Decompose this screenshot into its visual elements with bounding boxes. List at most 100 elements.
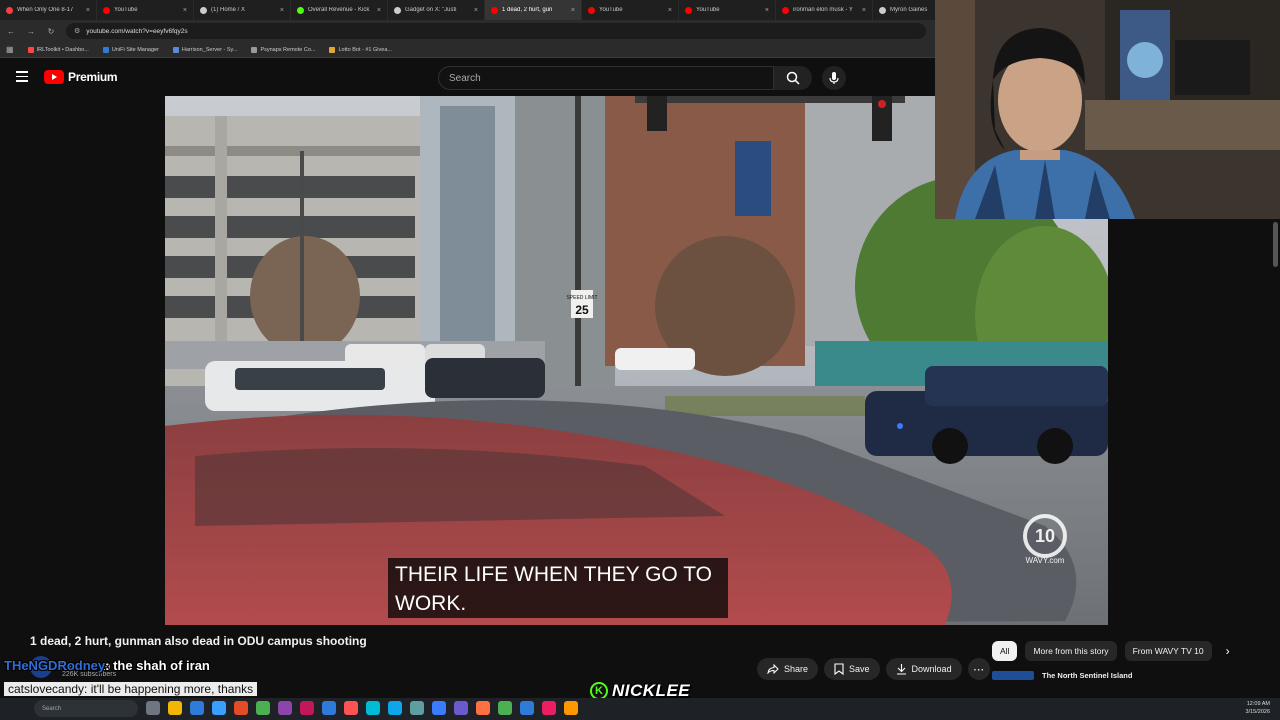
chevron-right-icon[interactable]: › <box>1220 644 1230 658</box>
download-label: Download <box>911 664 952 674</box>
app-icon[interactable] <box>388 701 402 715</box>
bookmark-item[interactable]: UniFi Site Manager <box>102 46 159 53</box>
tab-favicon-icon <box>782 6 789 14</box>
chrome-icon[interactable] <box>212 701 226 715</box>
back-icon[interactable]: ← <box>6 27 16 36</box>
bookmark-item[interactable]: IRLToolkit • Dashbo... <box>27 46 89 53</box>
bookmark-favicon-icon <box>251 46 258 53</box>
share-label: Share <box>784 664 809 674</box>
save-button[interactable]: Save <box>824 658 880 680</box>
recommendation-title[interactable]: The North Sentinel Island <box>1042 671 1132 680</box>
bookmark-favicon-icon <box>27 46 34 53</box>
chat-text-2: it'll be happening more, thanks <box>90 682 254 696</box>
app-icon[interactable] <box>344 701 358 715</box>
app-icon[interactable] <box>366 701 380 715</box>
clock-time: 12:09 AM <box>1246 701 1270 707</box>
url-field[interactable]: ⚙ youtube.com/watch?v=eeyfv6fqy2s <box>66 23 926 39</box>
save-label: Save <box>849 664 870 674</box>
tab-close-icon[interactable]: × <box>571 7 575 14</box>
app-icon[interactable] <box>454 701 468 715</box>
app-icon[interactable] <box>498 701 512 715</box>
system-clock[interactable]: 12:09 AM 3/15/2026 <box>1246 700 1270 716</box>
app-icon[interactable] <box>476 701 490 715</box>
tab-close-icon[interactable]: × <box>474 7 478 14</box>
speed-sign-value: 25 <box>575 303 589 317</box>
browser-tab[interactable]: YouTube × <box>679 0 776 20</box>
chat-message-2: catslovecandy: it'll be happening more, … <box>4 682 258 696</box>
share-button[interactable]: Share <box>757 658 819 680</box>
tab-favicon-icon <box>297 6 304 14</box>
chat-user-2: catslovecandy <box>8 682 85 696</box>
bookmark-item[interactable]: Lotto Bot - #1 Givea... <box>329 46 392 53</box>
tab-title: YouTube <box>599 7 623 13</box>
app-icon[interactable] <box>410 701 424 715</box>
clock-date: 3/15/2026 <box>1245 709 1270 715</box>
chat-user-1: THeNGDRodney <box>4 658 106 673</box>
tab-title: YouTube <box>696 7 720 13</box>
tab-title: Overall Revenue - Kick <box>308 7 370 13</box>
tab-close-icon[interactable]: × <box>183 7 187 14</box>
forward-icon[interactable]: → <box>26 27 36 36</box>
screen: When Only One 8-17 × YouTube × (1) Home / X ×… <box>0 0 1280 720</box>
recommendation-item[interactable]: The North Sentinel Island <box>992 671 1132 680</box>
youtube-logo[interactable]: Premium <box>44 70 118 84</box>
site-info-icon[interactable]: ⚙ <box>74 27 80 35</box>
tab-title: Gadget on X: "Justi <box>405 7 457 13</box>
bookmark-favicon-icon <box>329 46 336 53</box>
apps-icon[interactable]: ▦ <box>6 45 14 54</box>
reload-icon[interactable]: ↻ <box>46 27 56 36</box>
chip-more-from-story[interactable]: More from this story <box>1025 641 1117 661</box>
bookmark-label: Psynaps Remote Co... <box>260 46 316 53</box>
browser-tab[interactable]: YouTube × <box>582 0 679 20</box>
search-button[interactable] <box>774 66 812 90</box>
bookmark-favicon-icon <box>102 46 109 53</box>
tab-close-icon[interactable]: × <box>86 7 90 14</box>
tab-close-icon[interactable]: × <box>280 7 284 14</box>
browser-tab[interactable]: (1) Home / X × <box>194 0 291 20</box>
taskbar-search[interactable]: Search <box>34 700 138 717</box>
bookmark-item[interactable]: Psynaps Remote Co... <box>251 46 316 53</box>
browser-tab[interactable]: 1 dead, 2 hurt, gun × <box>485 0 582 20</box>
app-icon[interactable] <box>278 701 292 715</box>
tab-favicon-icon <box>200 6 207 14</box>
tab-title: YouTube <box>114 7 138 13</box>
app-icon[interactable] <box>256 701 270 715</box>
logo-text: Premium <box>68 70 118 84</box>
browser-tab[interactable]: Overall Revenue - Kick × <box>291 0 388 20</box>
app-icon[interactable] <box>432 701 446 715</box>
chip-all[interactable]: All <box>992 641 1018 661</box>
more-horizontal-icon: ⋯ <box>973 663 985 676</box>
task-view-icon[interactable] <box>146 701 160 715</box>
app-icon[interactable] <box>520 701 534 715</box>
tab-close-icon[interactable]: × <box>668 7 672 14</box>
app-icon[interactable] <box>564 701 578 715</box>
download-button[interactable]: Download <box>885 658 962 680</box>
app-icon[interactable] <box>300 701 314 715</box>
browser-tab[interactable]: When Only One 8-17 × <box>0 0 97 20</box>
browser-tab[interactable]: YouTube × <box>97 0 194 20</box>
browser-tab[interactable]: ironman elon musk - Y × <box>776 0 873 20</box>
tab-title: ironman elon musk - Y <box>793 7 853 13</box>
voice-search-button[interactable] <box>822 66 846 90</box>
tab-favicon-icon <box>103 6 110 14</box>
menu-icon[interactable] <box>16 71 28 83</box>
search-placeholder: Search <box>449 72 481 84</box>
app-icon[interactable] <box>234 701 248 715</box>
page-scrollbar[interactable] <box>1273 222 1278 267</box>
search-input[interactable]: Search <box>438 66 774 90</box>
more-actions-button[interactable]: ⋯ <box>967 658 990 680</box>
tab-close-icon[interactable]: × <box>377 7 381 14</box>
file-explorer-icon[interactable] <box>168 701 182 715</box>
tab-close-icon[interactable]: × <box>862 7 866 14</box>
taskbar-search-placeholder: Search <box>42 705 62 712</box>
recommendation-thumbnail[interactable] <box>992 671 1034 680</box>
chat-sep-1: : <box>105 658 114 673</box>
bookmark-label: IRLToolkit • Dashbo... <box>36 46 89 53</box>
bookmark-item[interactable]: Harrison_Server - Sy... <box>172 46 237 53</box>
app-icon[interactable] <box>542 701 556 715</box>
tab-close-icon[interactable]: × <box>765 7 769 14</box>
app-icon[interactable] <box>322 701 336 715</box>
chip-from-channel[interactable]: From WAVY TV 10 <box>1124 641 1212 661</box>
edge-icon[interactable] <box>190 701 204 715</box>
browser-tab[interactable]: Gadget on X: "Justi × <box>388 0 485 20</box>
